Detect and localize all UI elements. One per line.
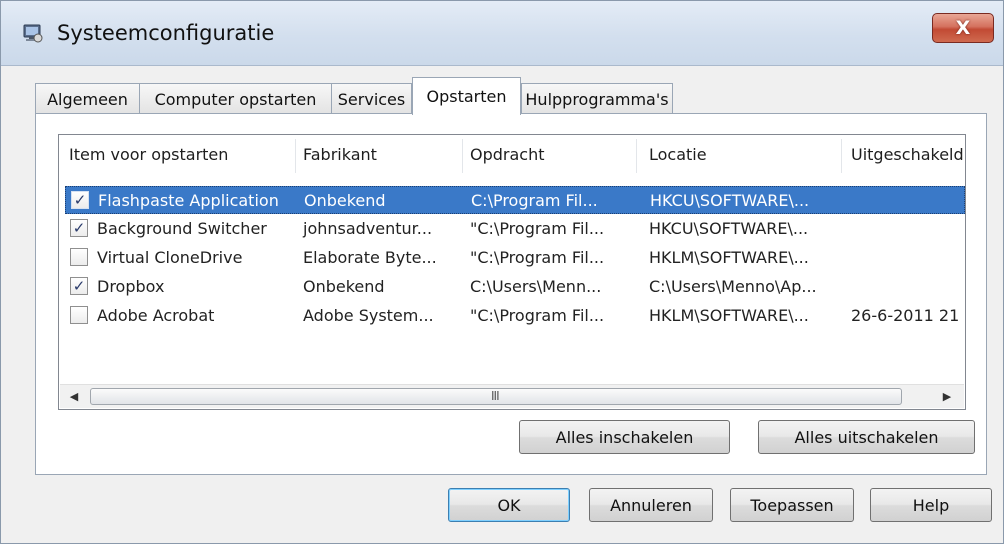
list-item-dropbox[interactable]: ✓ Dropbox Onbekend C:\Users\Menn... C:\U… bbox=[65, 273, 965, 301]
startup-tab-panel: Item voor opstarten Fabrikant Opdracht L… bbox=[35, 113, 987, 475]
checkmark-icon: ✓ bbox=[72, 277, 86, 295]
item-opdracht: "C:\Program Fil... bbox=[470, 219, 605, 238]
system-configuration-window: Systeemconfiguratie X Algemeen Computer … bbox=[0, 0, 1004, 544]
column-header-locatie[interactable]: Locatie bbox=[649, 145, 707, 164]
window-title: Systeemconfiguratie bbox=[57, 21, 275, 45]
startup-items-list[interactable]: Item voor opstarten Fabrikant Opdracht L… bbox=[58, 134, 966, 410]
checkmark-icon: ✓ bbox=[72, 219, 86, 237]
msconfig-icon bbox=[23, 24, 43, 43]
item-locatie: HKCU\SOFTWARE\... bbox=[650, 191, 810, 210]
item-uitgeschakeld: 26-6-2011 21 bbox=[851, 306, 960, 325]
item-name: Background Switcher bbox=[97, 219, 267, 238]
item-fabrikant: johnsadventur... bbox=[303, 219, 433, 238]
scroll-right-arrow-icon[interactable]: ▶ bbox=[938, 388, 956, 406]
item-fabrikant: Onbekend bbox=[304, 191, 386, 210]
column-header-uitgeschakeld[interactable]: Uitgeschakeld bbox=[851, 145, 964, 164]
enable-all-button[interactable]: Alles inschakelen bbox=[519, 420, 730, 454]
item-name: Adobe Acrobat bbox=[97, 306, 215, 325]
item-opdracht: "C:\Program Fil... bbox=[470, 248, 605, 267]
item-checkbox[interactable] bbox=[70, 306, 88, 324]
list-item-virtual-clonedrive[interactable]: Virtual CloneDrive Elaborate Byte... "C:… bbox=[65, 244, 965, 272]
title-bar[interactable]: Systeemconfiguratie X bbox=[1, 1, 1003, 66]
item-checkbox[interactable]: ✓ bbox=[71, 191, 89, 209]
list-item-background-switcher[interactable]: ✓ Background Switcher johnsadventur... "… bbox=[65, 215, 965, 243]
tab-services[interactable]: Services bbox=[331, 83, 412, 114]
close-icon: X bbox=[955, 17, 971, 39]
apply-button[interactable]: Toepassen bbox=[730, 488, 854, 522]
disable-all-button[interactable]: Alles uitschakelen bbox=[758, 420, 975, 454]
item-name: Flashpaste Application bbox=[98, 191, 279, 210]
tab-opstarten[interactable]: Opstarten bbox=[412, 77, 521, 115]
item-name: Dropbox bbox=[97, 277, 165, 296]
close-button[interactable]: X bbox=[932, 13, 994, 43]
column-header-item[interactable]: Item voor opstarten bbox=[69, 145, 228, 164]
column-header-fabrikant[interactable]: Fabrikant bbox=[303, 145, 377, 164]
column-header-opdracht[interactable]: Opdracht bbox=[470, 145, 545, 164]
item-checkbox[interactable] bbox=[70, 248, 88, 266]
item-checkbox[interactable]: ✓ bbox=[70, 277, 88, 295]
item-opdracht: C:\Users\Menn... bbox=[470, 277, 602, 296]
checkmark-icon: ✓ bbox=[73, 191, 87, 209]
tab-algemeen[interactable]: Algemeen bbox=[35, 83, 140, 114]
scrollbar-grip: III bbox=[491, 389, 500, 403]
column-separator[interactable] bbox=[295, 139, 296, 173]
item-fabrikant: Onbekend bbox=[303, 277, 385, 296]
help-button[interactable]: Help bbox=[870, 488, 992, 522]
tab-hulpprogrammas[interactable]: Hulpprogramma's bbox=[521, 83, 673, 114]
ok-button[interactable]: OK bbox=[448, 488, 570, 522]
column-separator[interactable] bbox=[841, 139, 842, 173]
item-locatie: HKCU\SOFTWARE\... bbox=[649, 219, 809, 238]
item-checkbox[interactable]: ✓ bbox=[70, 219, 88, 237]
list-item-flashpaste[interactable]: ✓ Flashpaste Application Onbekend C:\Pro… bbox=[65, 186, 965, 214]
item-fabrikant: Adobe System... bbox=[303, 306, 434, 325]
item-locatie: HKLM\SOFTWARE\... bbox=[649, 248, 809, 267]
horizontal-scrollbar[interactable]: ◀ III ▶ bbox=[60, 384, 964, 408]
scroll-left-arrow-icon[interactable]: ◀ bbox=[65, 388, 83, 406]
list-item-adobe-acrobat[interactable]: Adobe Acrobat Adobe System... "C:\Progra… bbox=[65, 302, 965, 330]
item-locatie: HKLM\SOFTWARE\... bbox=[649, 306, 809, 325]
item-fabrikant: Elaborate Byte... bbox=[303, 248, 437, 267]
item-name: Virtual CloneDrive bbox=[97, 248, 243, 267]
scrollbar-thumb[interactable]: III bbox=[90, 388, 902, 405]
cancel-button[interactable]: Annuleren bbox=[589, 488, 713, 522]
tab-computer-opstarten[interactable]: Computer opstarten bbox=[139, 83, 332, 114]
item-opdracht: C:\Program Fil... bbox=[471, 191, 598, 210]
column-separator[interactable] bbox=[462, 139, 463, 173]
item-locatie: C:\Users\Menno\Ap... bbox=[649, 277, 817, 296]
item-opdracht: "C:\Program Fil... bbox=[470, 306, 605, 325]
column-separator[interactable] bbox=[636, 139, 637, 173]
